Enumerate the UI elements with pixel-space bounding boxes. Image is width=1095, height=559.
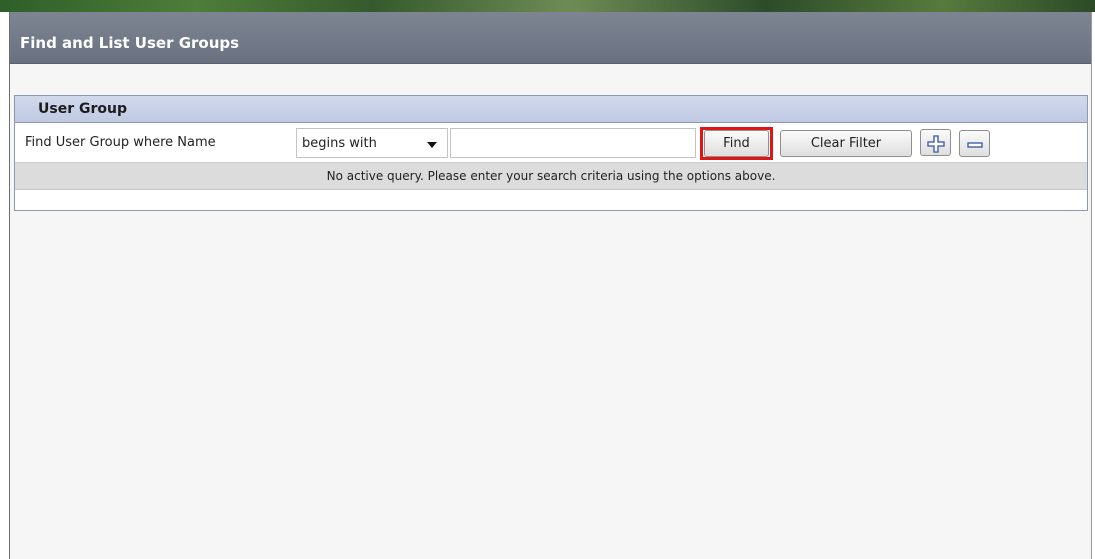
plus-icon (926, 135, 945, 153)
search-label: Find User Group where Name (25, 135, 216, 150)
operator-select[interactable]: begins with (296, 128, 448, 158)
search-input[interactable] (450, 128, 696, 158)
add-criteria-button[interactable] (920, 129, 951, 156)
clear-filter-button[interactable]: Clear Filter (780, 130, 912, 157)
find-list-window: Find and List User Groups User Group Fin… (9, 12, 1092, 559)
panel-header-title: User Group (38, 101, 127, 117)
title-bar: Find and List User Groups (10, 12, 1091, 64)
page-title: Find and List User Groups (20, 34, 240, 52)
operator-selected-value: begins with (302, 136, 377, 151)
chevron-down-icon (427, 142, 437, 148)
user-group-panel: User Group Find User Group where Name be… (14, 95, 1088, 211)
panel-header: User Group (15, 96, 1087, 123)
search-row: Find User Group where Name begins with F… (15, 123, 1087, 162)
find-button[interactable]: Find (704, 130, 769, 157)
status-row: No active query. Please enter your searc… (15, 162, 1087, 190)
status-message: No active query. Please enter your searc… (326, 169, 776, 183)
remove-criteria-button[interactable] (959, 130, 990, 157)
minus-icon (966, 142, 983, 148)
background-strip (0, 0, 1095, 12)
